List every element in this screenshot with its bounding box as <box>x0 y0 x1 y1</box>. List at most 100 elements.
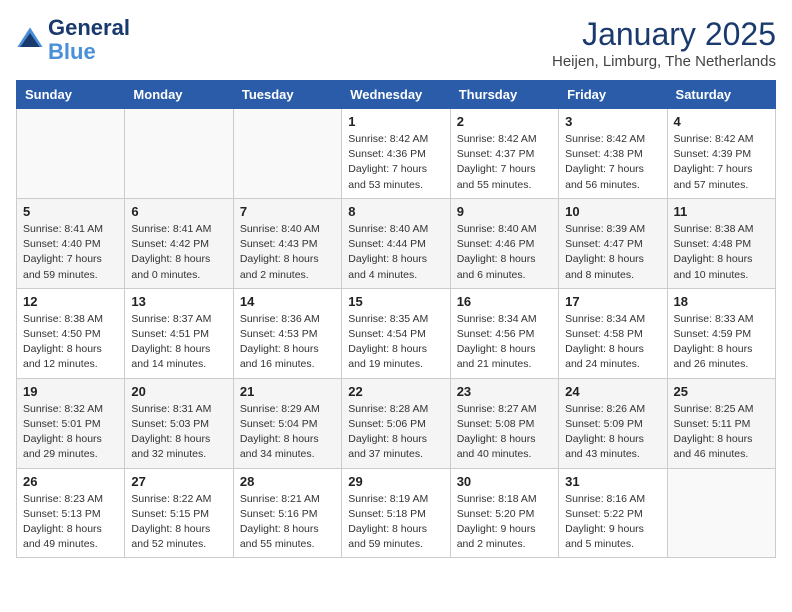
month-title: January 2025 <box>552 16 776 53</box>
calendar-cell: 24Sunrise: 8:26 AMSunset: 5:09 PMDayligh… <box>559 378 667 468</box>
day-number: 20 <box>131 384 226 399</box>
day-number: 27 <box>131 474 226 489</box>
day-info: Sunrise: 8:40 AMSunset: 4:44 PMDaylight:… <box>348 222 443 283</box>
day-number: 30 <box>457 474 552 489</box>
day-info: Sunrise: 8:26 AMSunset: 5:09 PMDaylight:… <box>565 402 660 463</box>
day-number: 19 <box>23 384 118 399</box>
calendar-cell: 18 Sunrise: 8:33 AMSunset: 4:59 PMDayligh… <box>667 288 775 378</box>
title-block: January 2025 Heijen, Limburg, The Nether… <box>552 16 776 70</box>
day-number: 5 <box>23 204 118 219</box>
week-row-2: 5 Sunrise: 8:41 AMSunset: 4:40 PMDaylight… <box>17 198 776 288</box>
weekday-header-tuesday: Tuesday <box>233 81 341 109</box>
calendar-cell: 20 Sunrise: 8:31 AMSunset: 5:03 PMDayligh… <box>125 378 233 468</box>
day-info: Sunrise: 8:28 AMSunset: 5:06 PMDaylight:… <box>348 402 443 463</box>
calendar-cell: 3 Sunrise: 8:42 AMSunset: 4:38 PMDaylight… <box>559 109 667 199</box>
day-info: Sunrise: 8:42 AMSunset: 4:37 PMDaylight:… <box>457 132 552 193</box>
day-info: Sunrise: 8:34 AMSunset: 4:58 PMDaylight:… <box>565 312 660 373</box>
day-info: Sunrise: 8:31 AMSunset: 5:03 PMDaylight:… <box>131 402 226 463</box>
day-info: Sunrise: 8:40 AMSunset: 4:43 PMDaylight:… <box>240 222 335 283</box>
day-info: Sunrise: 8:36 AMSunset: 4:53 PMDaylight:… <box>240 312 335 373</box>
day-number: 8 <box>348 204 443 219</box>
week-row-5: 26Sunrise: 8:23 AMSunset: 5:13 PMDayligh… <box>17 468 776 558</box>
calendar-cell: 25 Sunrise: 8:25 AMSunset: 5:11 PMDayligh… <box>667 378 775 468</box>
day-info: Sunrise: 8:33 AMSunset: 4:59 PMDaylight:… <box>674 312 769 373</box>
weekday-header-sunday: Sunday <box>17 81 125 109</box>
location: Heijen, Limburg, The Netherlands <box>552 53 776 70</box>
day-info: Sunrise: 8:27 AMSunset: 5:08 PMDaylight:… <box>457 402 552 463</box>
calendar-cell: 7 Sunrise: 8:40 AMSunset: 4:43 PMDaylight… <box>233 198 341 288</box>
calendar-cell: 12Sunrise: 8:38 AMSunset: 4:50 PMDayligh… <box>17 288 125 378</box>
day-info: Sunrise: 8:29 AMSunset: 5:04 PMDaylight:… <box>240 402 335 463</box>
calendar-cell: 14 Sunrise: 8:36 AMSunset: 4:53 PMDayligh… <box>233 288 341 378</box>
calendar-cell: 23 Sunrise: 8:27 AMSunset: 5:08 PMDayligh… <box>450 378 558 468</box>
day-number: 7 <box>240 204 335 219</box>
calendar-cell: 22 Sunrise: 8:28 AMSunset: 5:06 PMDayligh… <box>342 378 450 468</box>
day-info: Sunrise: 8:38 AMSunset: 4:48 PMDaylight:… <box>674 222 769 283</box>
calendar-cell: 26Sunrise: 8:23 AMSunset: 5:13 PMDayligh… <box>17 468 125 558</box>
weekday-header-saturday: Saturday <box>667 81 775 109</box>
day-info: Sunrise: 8:16 AMSunset: 5:22 PMDaylight:… <box>565 492 660 553</box>
day-info: Sunrise: 8:39 AMSunset: 4:47 PMDaylight:… <box>565 222 660 283</box>
page-header: General Blue January 2025 Heijen, Limbur… <box>16 16 776 70</box>
day-info: Sunrise: 8:21 AMSunset: 5:16 PMDaylight:… <box>240 492 335 553</box>
calendar-cell <box>125 109 233 199</box>
day-number: 13 <box>131 294 226 309</box>
day-number: 14 <box>240 294 335 309</box>
calendar-cell: 15 Sunrise: 8:35 AMSunset: 4:54 PMDayligh… <box>342 288 450 378</box>
day-info: Sunrise: 8:42 AMSunset: 4:38 PMDaylight:… <box>565 132 660 193</box>
logo: General Blue <box>16 16 130 64</box>
calendar-cell: 17 Sunrise: 8:34 AMSunset: 4:58 PMDayligh… <box>559 288 667 378</box>
calendar-cell: 9Sunrise: 8:40 AMSunset: 4:46 PMDaylight… <box>450 198 558 288</box>
day-number: 10 <box>565 204 660 219</box>
day-number: 6 <box>131 204 226 219</box>
day-number: 1 <box>348 114 443 129</box>
weekday-header-friday: Friday <box>559 81 667 109</box>
calendar-cell: 10 Sunrise: 8:39 AMSunset: 4:47 PMDayligh… <box>559 198 667 288</box>
day-info: Sunrise: 8:35 AMSunset: 4:54 PMDaylight:… <box>348 312 443 373</box>
calendar-cell: 16 Sunrise: 8:34 AMSunset: 4:56 PMDayligh… <box>450 288 558 378</box>
day-info: Sunrise: 8:42 AMSunset: 4:36 PMDaylight:… <box>348 132 443 193</box>
calendar-cell: 19 Sunrise: 8:32 AMSunset: 5:01 PMDayligh… <box>17 378 125 468</box>
day-info: Sunrise: 8:41 AMSunset: 4:40 PMDaylight:… <box>23 222 118 283</box>
logo-icon <box>16 26 44 54</box>
day-info: Sunrise: 8:34 AMSunset: 4:56 PMDaylight:… <box>457 312 552 373</box>
calendar-cell: 4Sunrise: 8:42 AMSunset: 4:39 PMDaylight… <box>667 109 775 199</box>
calendar-cell: 2Sunrise: 8:42 AMSunset: 4:37 PMDaylight… <box>450 109 558 199</box>
day-info: Sunrise: 8:18 AMSunset: 5:20 PMDaylight:… <box>457 492 552 553</box>
day-number: 16 <box>457 294 552 309</box>
day-number: 15 <box>348 294 443 309</box>
day-number: 12 <box>23 294 118 309</box>
calendar-cell: 6 Sunrise: 8:41 AMSunset: 4:42 PMDaylight… <box>125 198 233 288</box>
day-number: 25 <box>674 384 769 399</box>
calendar-cell: 30 Sunrise: 8:18 AMSunset: 5:20 PMDayligh… <box>450 468 558 558</box>
day-number: 29 <box>348 474 443 489</box>
weekday-header-wednesday: Wednesday <box>342 81 450 109</box>
calendar-cell: 11 Sunrise: 8:38 AMSunset: 4:48 PMDayligh… <box>667 198 775 288</box>
day-number: 22 <box>348 384 443 399</box>
day-info: Sunrise: 8:41 AMSunset: 4:42 PMDaylight:… <box>131 222 226 283</box>
week-row-3: 12Sunrise: 8:38 AMSunset: 4:50 PMDayligh… <box>17 288 776 378</box>
weekday-header-monday: Monday <box>125 81 233 109</box>
day-info: Sunrise: 8:19 AMSunset: 5:18 PMDaylight:… <box>348 492 443 553</box>
day-info: Sunrise: 8:32 AMSunset: 5:01 PMDaylight:… <box>23 402 118 463</box>
calendar-table: SundayMondayTuesdayWednesdayThursdayFrid… <box>16 80 776 558</box>
calendar-cell: 13Sunrise: 8:37 AMSunset: 4:51 PMDayligh… <box>125 288 233 378</box>
day-number: 17 <box>565 294 660 309</box>
calendar-cell: 27Sunrise: 8:22 AMSunset: 5:15 PMDayligh… <box>125 468 233 558</box>
calendar-cell <box>233 109 341 199</box>
week-row-1: 1 Sunrise: 8:42 AMSunset: 4:36 PMDaylight… <box>17 109 776 199</box>
calendar-cell: 8 Sunrise: 8:40 AMSunset: 4:44 PMDaylight… <box>342 198 450 288</box>
day-number: 28 <box>240 474 335 489</box>
weekday-header-thursday: Thursday <box>450 81 558 109</box>
day-info: Sunrise: 8:25 AMSunset: 5:11 PMDaylight:… <box>674 402 769 463</box>
day-number: 11 <box>674 204 769 219</box>
day-info: Sunrise: 8:42 AMSunset: 4:39 PMDaylight:… <box>674 132 769 193</box>
calendar-cell <box>17 109 125 199</box>
day-info: Sunrise: 8:23 AMSunset: 5:13 PMDaylight:… <box>23 492 118 553</box>
day-number: 18 <box>674 294 769 309</box>
day-number: 3 <box>565 114 660 129</box>
day-number: 23 <box>457 384 552 399</box>
calendar-cell: 28 Sunrise: 8:21 AMSunset: 5:16 PMDayligh… <box>233 468 341 558</box>
calendar-cell: 21Sunrise: 8:29 AMSunset: 5:04 PMDayligh… <box>233 378 341 468</box>
calendar-cell: 29 Sunrise: 8:19 AMSunset: 5:18 PMDayligh… <box>342 468 450 558</box>
